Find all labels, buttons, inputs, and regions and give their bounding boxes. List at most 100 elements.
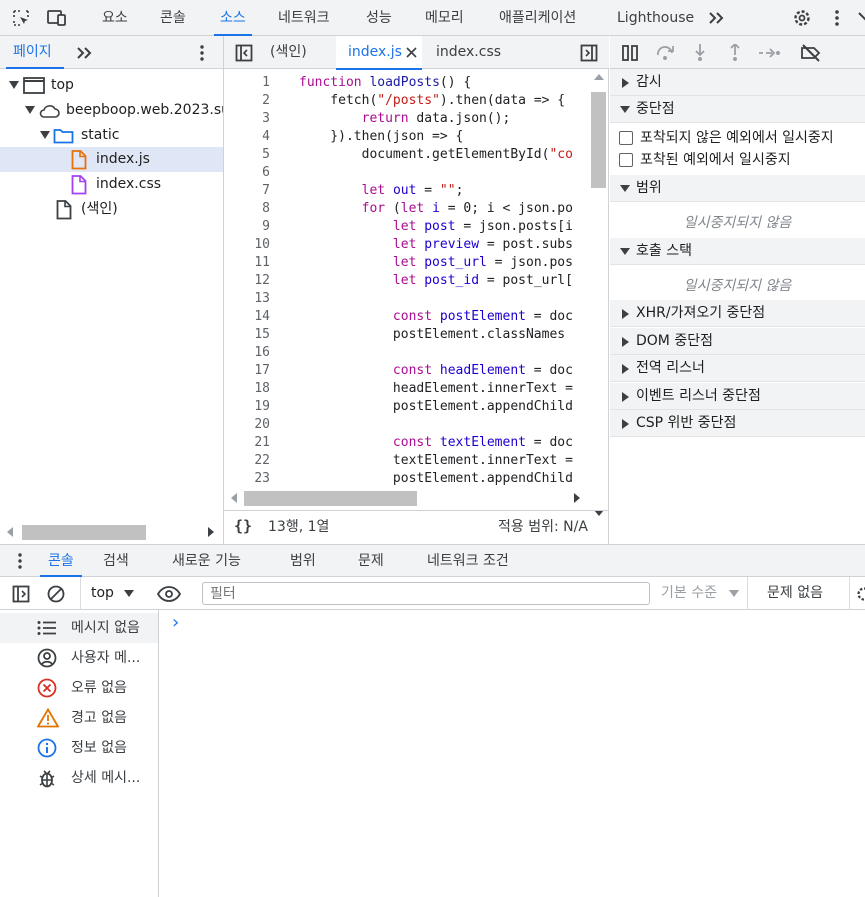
log-level-dropdown[interactable]: 기본 수준 [652,577,748,610]
line-number[interactable]: 1 [224,74,270,92]
console-filter-input[interactable] [202,582,650,605]
pretty-print-icon[interactable]: {} [234,517,252,535]
line-number[interactable]: 21 [224,434,270,452]
toggle-sidebar-icon[interactable] [11,584,31,604]
line-number[interactable]: 11 [224,254,270,272]
section-call-stack[interactable]: 호출 스택 [610,238,865,265]
tab-page[interactable]: 페이지 [13,36,52,69]
line-number[interactable]: 19 [224,398,270,416]
inspect-element-icon[interactable] [10,8,32,28]
line-number[interactable]: 2 [224,92,270,110]
drawer-tab-network-conditions[interactable]: 네트워크 조건 [427,545,509,577]
tab-application[interactable]: 애플리케이션 [499,0,576,36]
section-scope[interactable]: 범위 [610,175,865,202]
tab-console[interactable]: 콘솔 [160,0,186,36]
tab-memory[interactable]: 메모리 [425,0,464,36]
drawer-tab-whats-new[interactable]: 새로운 기능 [172,545,241,577]
step-into-icon[interactable] [690,44,710,62]
tree-item-domain[interactable]: beepboop.web.2023.sun [0,98,223,123]
clear-console-icon[interactable] [46,584,66,604]
line-number[interactable]: 12 [224,272,270,290]
pause-uncaught-row[interactable]: 포착되지 않은 예외에서 일시중지 [610,126,865,150]
drawer-menu-icon[interactable] [14,552,26,570]
tree-item-static[interactable]: static [0,123,223,148]
editor-horizontal-scrollbar[interactable] [224,488,590,508]
line-number[interactable]: 5 [224,146,270,164]
deactivate-breakpoints-icon[interactable] [799,44,823,62]
scrollbar-thumb[interactable] [244,491,417,506]
line-number[interactable]: 14 [224,308,270,326]
toggle-navigator-icon[interactable] [234,43,254,63]
editor-tab-index-css[interactable]: index.css [436,36,501,69]
filter-user-messages[interactable]: 사용자 메... [0,643,158,673]
settings-gear-icon[interactable] [792,8,812,28]
editor-tab-index-js[interactable]: index.js [336,36,422,70]
section-csp-breakpoints[interactable]: CSP 위반 중단점 [610,410,865,437]
more-tabs-icon[interactable] [706,9,728,27]
line-number[interactable]: 15 [224,326,270,344]
pause-icon[interactable] [620,44,640,62]
section-xhr-breakpoints[interactable]: XHR/가져오기 중단점 [610,300,865,327]
filter-verbose[interactable]: 상세 메시... [0,763,158,793]
section-dom-breakpoints[interactable]: DOM 중단점 [610,328,865,355]
line-number[interactable]: 8 [224,200,270,218]
pause-caught-row[interactable]: 포착된 예외에서 일시중지 [610,148,865,172]
navigator-menu-icon[interactable] [194,44,210,62]
pause-caught-checkbox[interactable] [619,153,633,167]
scrollbar-thumb[interactable] [22,525,146,540]
device-toolbar-icon[interactable] [46,8,68,28]
section-breakpoints[interactable]: 중단점 [610,96,865,123]
section-watch[interactable]: 감시 [610,69,865,96]
line-number[interactable]: 6 [224,164,270,182]
tab-performance[interactable]: 성능 [366,0,392,36]
live-expression-eye-icon[interactable] [156,584,182,604]
context-selector[interactable]: top [80,577,144,610]
scrollbar-thumb[interactable] [591,92,606,188]
code-area[interactable]: 1 function loadPosts() {2 fetch("/posts")… [224,70,594,522]
line-number[interactable]: 7 [224,182,270,200]
close-tab-icon[interactable] [406,47,417,58]
console-output[interactable]: › [160,610,865,897]
line-number[interactable]: 23 [224,470,270,488]
drawer-tab-issues[interactable]: 문제 [358,545,384,577]
navigator-horizontal-scrollbar[interactable] [0,522,223,542]
tab-sources[interactable]: 소스 [214,0,252,36]
toggle-debugger-icon[interactable] [579,43,599,63]
step-out-icon[interactable] [725,44,745,62]
filter-all-messages[interactable]: 메시지 없음 [0,613,158,643]
tab-elements[interactable]: 요소 [102,0,128,36]
line-number[interactable]: 13 [224,290,270,308]
tree-item-index-css[interactable]: index.css [0,172,223,197]
tree-item-index-js[interactable]: index.js [0,147,223,172]
editor-tab-index-page[interactable]: (색인) [270,36,307,69]
console-settings-icon[interactable] [849,577,865,610]
editor-vertical-scrollbar[interactable] [590,70,607,522]
step-over-icon[interactable] [654,44,676,62]
kebab-menu-icon[interactable] [828,8,846,28]
line-number[interactable]: 9 [224,218,270,236]
filter-errors[interactable]: 오류 없음 [0,673,158,703]
line-number[interactable]: 10 [224,236,270,254]
close-devtools-icon[interactable] [857,8,865,28]
tree-item-top[interactable]: top [0,73,223,98]
pause-uncaught-checkbox[interactable] [619,131,633,145]
tree-item-index-page[interactable]: (색인) [0,197,223,222]
drawer-tab-coverage[interactable]: 범위 [290,545,316,577]
drawer-tab-console[interactable]: 콘솔 [40,545,82,577]
tab-network[interactable]: 네트워크 [278,0,330,36]
more-navigator-tabs-icon[interactable] [74,44,94,62]
line-number[interactable]: 22 [224,452,270,470]
filter-info[interactable]: 정보 없음 [0,733,158,763]
step-icon[interactable] [758,44,782,62]
line-number[interactable]: 18 [224,380,270,398]
line-number[interactable]: 4 [224,128,270,146]
filter-warnings[interactable]: 경고 없음 [0,703,158,733]
line-number[interactable]: 17 [224,362,270,380]
line-number[interactable]: 16 [224,344,270,362]
issues-count-button[interactable]: 문제 없음 [767,577,823,609]
section-event-listener-breakpoints[interactable]: 이벤트 리스너 중단점 [610,383,865,410]
section-global-listeners[interactable]: 전역 리스너 [610,355,865,382]
drawer-tab-search[interactable]: 검색 [103,545,129,577]
tab-lighthouse[interactable]: Lighthouse [617,0,694,36]
line-number[interactable]: 3 [224,110,270,128]
